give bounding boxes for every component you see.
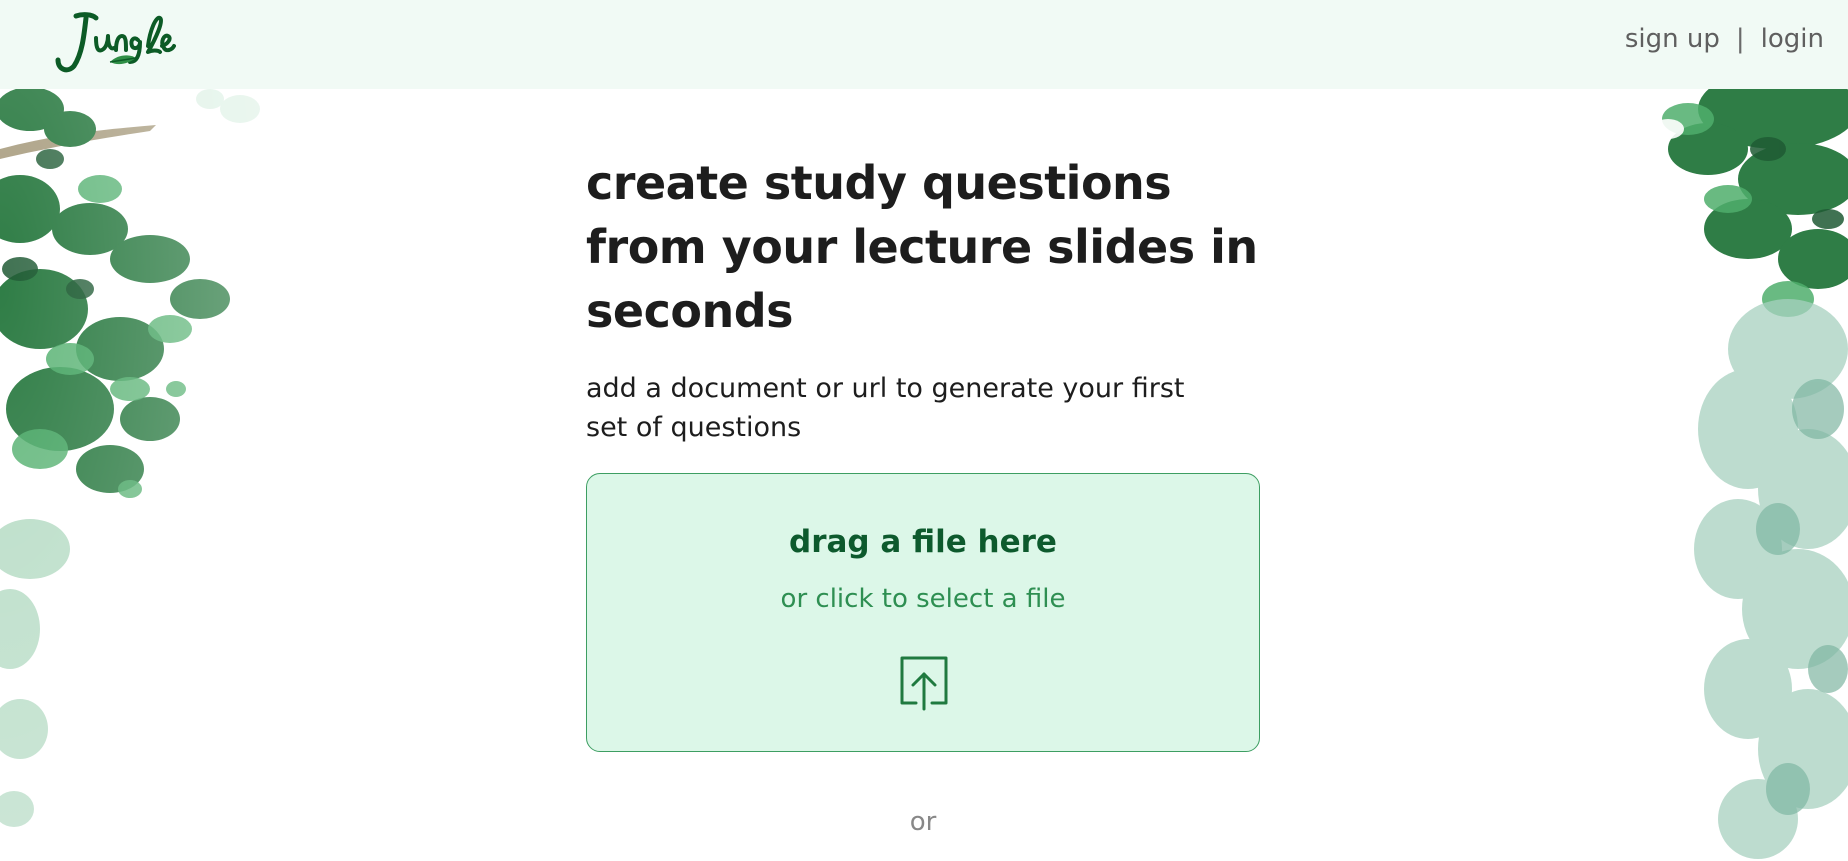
foliage-left-decoration <box>0 89 290 861</box>
top-header: sign up | login <box>0 0 1848 89</box>
or-divider: or <box>909 807 937 837</box>
dropzone-subtitle[interactable]: or click to select a file <box>587 584 1259 614</box>
jungle-logo[interactable] <box>52 6 176 76</box>
headline-line-1: create study questions <box>586 156 1172 210</box>
auth-separator: | <box>1735 24 1745 54</box>
file-dropzone[interactable]: drag a file here or click to select a fi… <box>586 473 1260 752</box>
subtitle-line-2: set of questions <box>586 412 802 443</box>
page-headline: create study questions from your lecture… <box>586 151 1262 343</box>
signup-link[interactable]: sign up <box>1625 24 1720 54</box>
page-subtitle: add a document or url to generate your f… <box>586 369 1226 447</box>
headline-line-2: from your lecture slides in <box>586 220 1258 274</box>
headline-line-3: seconds <box>586 284 794 338</box>
upload-icon[interactable] <box>899 655 949 711</box>
main-content: create study questions from your lecture… <box>586 89 1262 861</box>
auth-links: sign up | login <box>1625 24 1824 54</box>
dropzone-title: drag a file here <box>789 524 1057 560</box>
foliage-right-decoration <box>1638 89 1848 859</box>
subtitle-line-1: add a document or url to generate your f… <box>586 373 1185 404</box>
page: sign up | login create study questions f… <box>0 0 1848 861</box>
login-link[interactable]: login <box>1761 24 1824 54</box>
